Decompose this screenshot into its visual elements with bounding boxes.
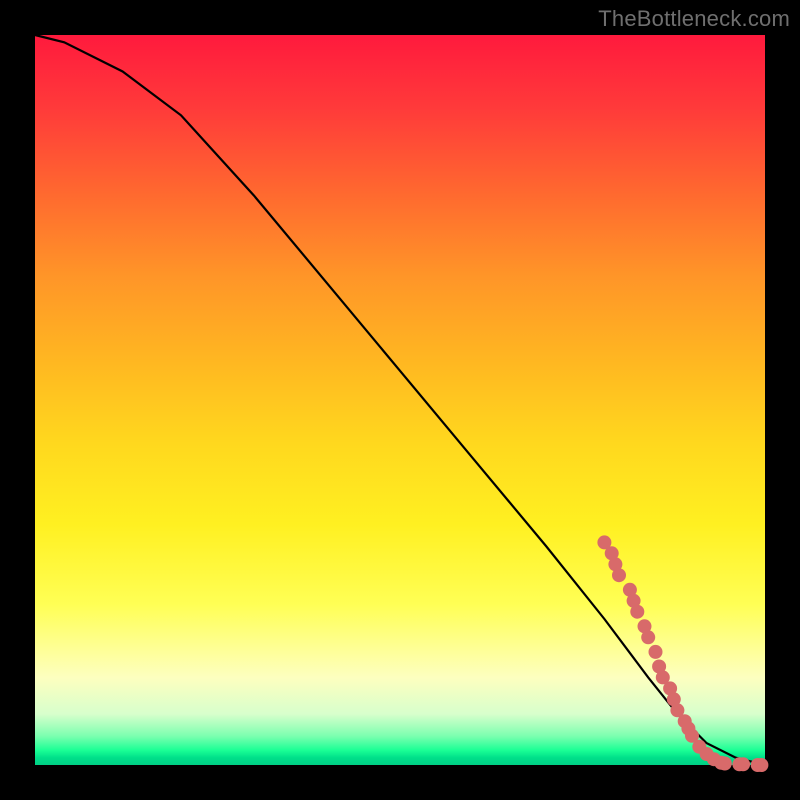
scatter-dot	[630, 605, 644, 619]
scatter-dot	[754, 758, 768, 772]
outer-frame: TheBottleneck.com	[0, 0, 800, 800]
scatter-dots	[597, 535, 768, 772]
scatter-dot	[612, 568, 626, 582]
scatter-dot	[736, 757, 750, 771]
chart-overlay	[35, 35, 765, 765]
watermark-text: TheBottleneck.com	[598, 6, 790, 32]
scatter-dot	[641, 630, 655, 644]
scatter-dot	[718, 757, 732, 771]
scatter-dot	[649, 645, 663, 659]
